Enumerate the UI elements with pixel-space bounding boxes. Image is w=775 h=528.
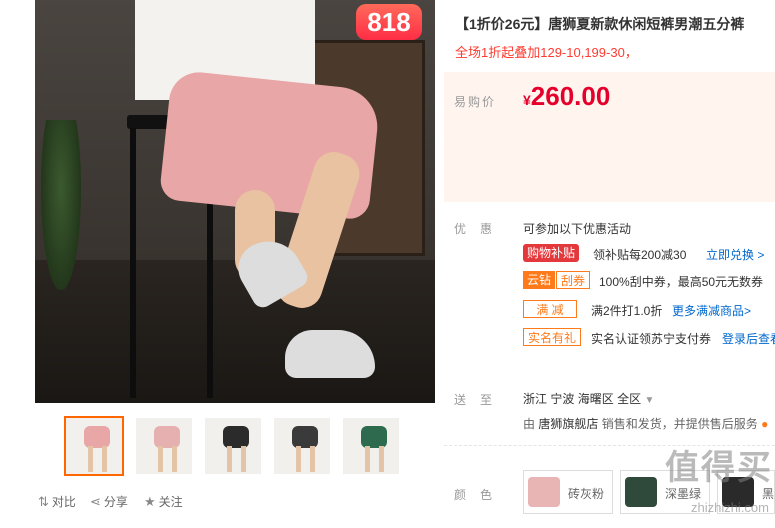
star-icon: ★ (144, 494, 156, 509)
image-plant (41, 120, 81, 290)
thumbnail-shorts (84, 426, 110, 448)
more-discount-link[interactable]: 更多满减商品> (672, 302, 751, 319)
promo-tag-subsidy: 购物补贴 (523, 244, 580, 262)
thumbnail-leg (102, 446, 107, 472)
watermark-logo: 值得买 (665, 449, 773, 487)
promo-text-discount: 满2件打1.0折 (591, 304, 663, 318)
thumbnail-1[interactable] (64, 416, 124, 476)
follow-button[interactable]: ★ 关注 (144, 493, 183, 511)
share-icon: ⋖ (90, 494, 101, 509)
region-selector[interactable]: 浙江 宁波 海曙区 全区 ▼ (523, 390, 654, 407)
seller-suffix: 销售和发货，并提供售后服务 (601, 417, 758, 431)
seller-info: 由 唐狮旗舰店 销售和发货，并提供售后服务 ● (523, 415, 768, 432)
image-background-floor (35, 260, 435, 403)
compare-button[interactable]: ⇅ 对比 (38, 493, 76, 511)
share-label: 分享 (103, 495, 128, 509)
thumbnail-leg (227, 446, 232, 472)
promo-tag-yunzuan: 云钻 (523, 271, 556, 289)
chevron-down-icon: ▼ (644, 395, 655, 406)
promo-tag-realname: 实名有礼 (523, 328, 582, 346)
thumbnail-leg (310, 446, 315, 472)
thumbnail-2[interactable] (134, 416, 194, 476)
swatch-image (625, 477, 657, 507)
image-stool-leg (130, 128, 136, 398)
swatch-image (528, 477, 560, 507)
promo-tag-discount: 满 减 (523, 300, 577, 318)
watermark-url: zhizhizhi.com (690, 500, 769, 515)
seller-prefix: 由 (523, 417, 536, 431)
region-area: 全区 (617, 392, 642, 406)
color-option-1[interactable]: 砖灰粉 (523, 470, 613, 514)
currency-symbol: ¥ (523, 92, 531, 108)
color-option-label: 砖灰粉 (568, 487, 605, 501)
promo-label: 优惠 (454, 222, 507, 236)
thumbnail-3[interactable] (203, 416, 263, 476)
promo-text-scratch: 100%刮中券，最高50元无数券 (599, 275, 764, 289)
thumbnail-4[interactable] (272, 416, 332, 476)
color-label: 颜色 (454, 488, 507, 502)
main-product-image[interactable] (35, 0, 435, 403)
login-view-link[interactable]: 登录后查看 (722, 330, 775, 347)
follow-label: 关注 (158, 495, 183, 509)
thumbnail-leg (88, 446, 93, 472)
thumbnail-shorts (223, 426, 249, 448)
promo-text-realname: 实名认证领苏宁支付券 (591, 332, 712, 346)
thumbnail-shorts (361, 426, 387, 448)
region-province: 浙江 (523, 392, 548, 406)
thumbnail-leg (365, 446, 370, 472)
service-icon: ● (761, 417, 769, 431)
compare-icon: ⇅ (38, 494, 49, 509)
product-title: 【1折价26元】唐狮夏新款休闲短裤男潮五分裤 (455, 16, 745, 32)
thumbnail-5[interactable] (341, 416, 401, 476)
promo-text-subsidy: 领补贴每200减30 (593, 248, 687, 262)
thumbnail-leg (379, 446, 384, 472)
promo-818-badge: 818 (356, 4, 422, 40)
price: ¥260.00 (523, 81, 610, 112)
promo-intro: 可参加以下优惠活动 (523, 222, 632, 236)
thumbnail-leg (241, 446, 246, 472)
price-value: 260.00 (530, 81, 611, 111)
delivery-label: 送至 (454, 393, 507, 407)
thumbnail-leg (158, 446, 163, 472)
thumbnail-shorts (292, 426, 318, 448)
product-subtitle: 全场1折起叠加129-10,199-30， (455, 45, 638, 60)
region-district: 海曙区 (577, 392, 614, 406)
share-button[interactable]: ⋖ 分享 (90, 493, 128, 511)
seller-link[interactable]: 唐狮旗舰店 (538, 417, 598, 431)
thumbnail-leg (172, 446, 177, 472)
thumbnail-shorts (154, 426, 180, 448)
thumbnail-leg (296, 446, 301, 472)
redeem-link[interactable]: 立即兑换 > (706, 246, 764, 263)
promo-tag-scratch: 刮券 (556, 271, 591, 289)
price-label: 易购价 (454, 95, 497, 109)
region-city: 宁波 (550, 392, 575, 406)
compare-label: 对比 (51, 495, 76, 509)
